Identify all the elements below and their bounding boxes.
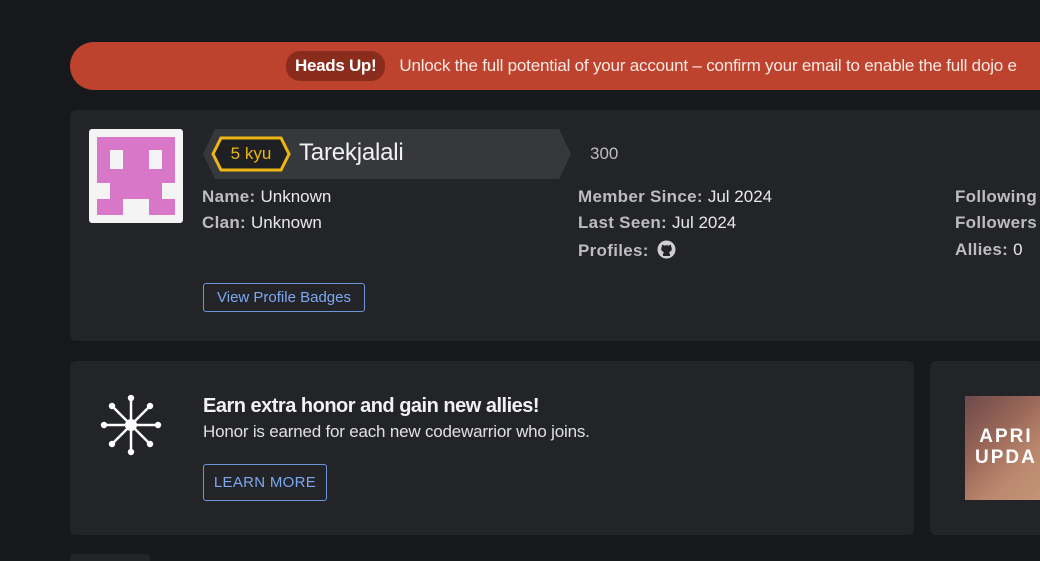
honor-score: 300 [590,144,619,163]
rank-badge: 5 kyu [211,136,291,172]
honor-card-subtitle: Honor is earned for each new codewarrior… [203,422,590,441]
last-seen-label: Last Seen: [578,213,667,232]
last-seen-row: Last Seen: Jul 2024 [578,213,736,233]
profile-card: 5 kyu Tarekjalali 300 Name: Unknown Clan:… [70,110,1040,341]
username: Tarekjalali [299,139,404,166]
profiles-row: Profiles: [578,240,676,264]
name-value: Unknown [260,187,332,206]
following-row[interactable]: Following [955,187,1037,207]
member-since-row: Member Since: Jul 2024 [578,187,772,207]
member-since-label: Member Since: [578,187,703,206]
avatar [89,129,183,223]
following-label: Following [955,187,1038,206]
followers-row[interactable]: Followers [955,213,1037,233]
honor-referral-card: Earn extra honor and gain new allies! Ho… [70,361,914,535]
email-confirm-banner[interactable]: Heads Up! Unlock the full potential of y… [70,42,1040,90]
name-row: Name: Unknown [202,187,331,207]
allies-value: 0 [1013,240,1023,259]
promo-image[interactable]: APRI UPDA [965,396,1040,500]
rank-username-bar: 5 kyu Tarekjalali [203,129,571,179]
profiles-label: Profiles: [578,241,649,260]
followers-label: Followers [955,213,1038,232]
github-icon[interactable] [657,240,676,264]
allies-label: Allies: [955,240,1009,259]
next-card-stub [70,554,150,561]
heads-up-badge: Heads Up! [286,51,386,81]
learn-more-button[interactable]: LEARN MORE [203,464,327,501]
last-seen-value: Jul 2024 [671,213,737,232]
banner-message: Unlock the full potential of your accoun… [399,56,1017,75]
identicon-icon [97,137,175,215]
member-since-value: Jul 2024 [707,187,773,206]
rank-label: 5 kyu [230,144,272,163]
view-profile-badges-button[interactable]: View Profile Badges [203,283,365,312]
network-spark-icon [100,394,162,456]
clan-label: Clan: [202,213,246,232]
allies-row[interactable]: Allies: 0 [955,240,1023,260]
honor-card-title: Earn extra honor and gain new allies! [203,395,540,417]
name-label: Name: [202,187,256,206]
promo-text: APRI UPDA [975,426,1037,468]
clan-value: Unknown [251,213,322,232]
promo-card[interactable]: APRI UPDA [930,361,1040,535]
clan-row: Clan: Unknown [202,213,322,233]
